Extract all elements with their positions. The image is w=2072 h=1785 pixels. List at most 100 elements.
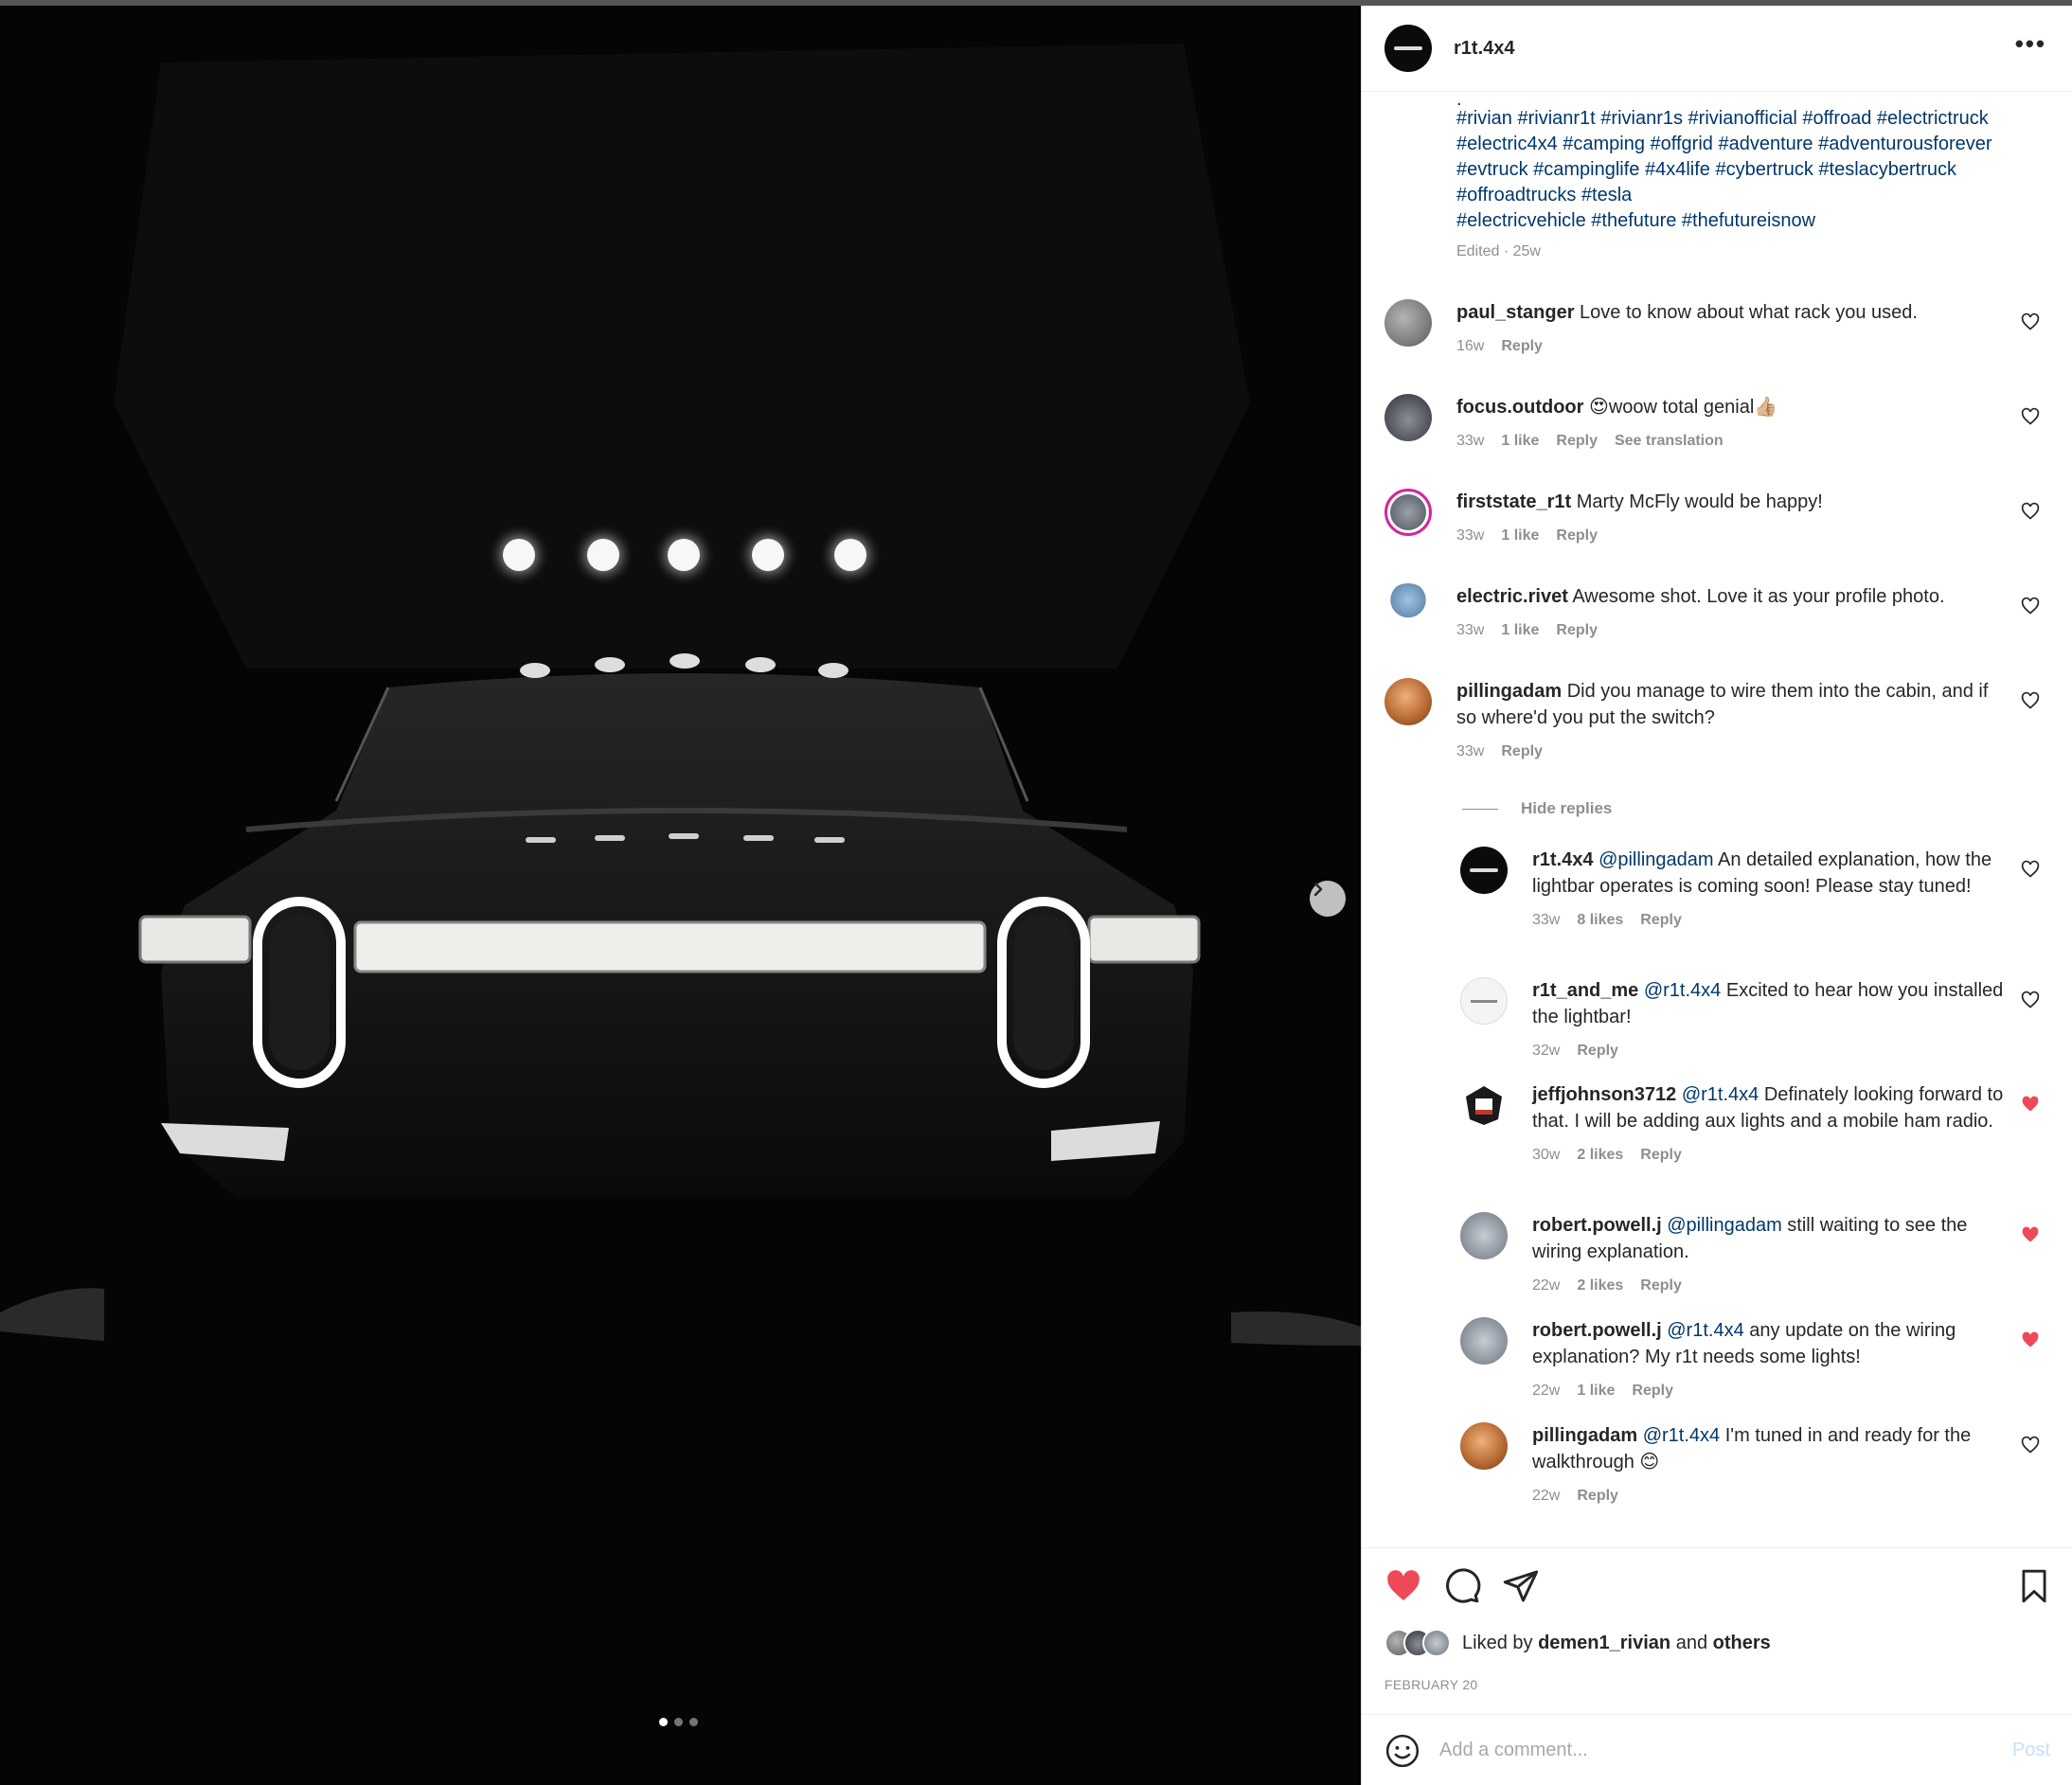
reply-mention[interactable]: @r1t.4x4	[1682, 1084, 1759, 1105]
reply-mention[interactable]: @r1t.4x4	[1644, 980, 1721, 1001]
hide-replies-button[interactable]: Hide replies	[1462, 799, 1612, 818]
reply-time: 30w	[1532, 1147, 1561, 1163]
heart-outline-icon[interactable]	[2021, 597, 2040, 616]
reply-avatar[interactable]	[1460, 847, 1508, 894]
reply-actions: 32w Reply	[1532, 1038, 2006, 1064]
carousel-next-button[interactable]	[1310, 881, 1346, 917]
reply-button[interactable]: Reply	[1501, 739, 1543, 765]
add-comment-bar: Post	[1362, 1714, 2072, 1785]
liked-by-user[interactable]: demen1_rivian	[1538, 1633, 1670, 1654]
paper-plane-icon[interactable]	[1502, 1567, 1540, 1605]
comment-avatar[interactable]	[1384, 489, 1432, 536]
caption-hashtags[interactable]: #offroadtrucks #tesla	[1456, 183, 2044, 208]
reply-avatar[interactable]	[1460, 1422, 1508, 1470]
post-comment-button[interactable]: Post	[2012, 1740, 2050, 1761]
heart-filled-icon[interactable]	[1384, 1567, 1422, 1605]
caption-hashtags[interactable]: #electricvehicle #thefuture #thefutureis…	[1456, 208, 2044, 234]
reply-button[interactable]: Reply	[1577, 1038, 1618, 1064]
heart-outline-icon[interactable]	[2021, 407, 2040, 426]
comment-username[interactable]: firststate_r1t	[1456, 491, 1571, 512]
post-date[interactable]: FEBRUARY 20	[1384, 1677, 1478, 1692]
caption-hashtags[interactable]: #rivian #rivianr1t #rivianr1s #rivianoff…	[1456, 106, 2044, 132]
post-media[interactable]	[0, 6, 1361, 1785]
heart-filled-icon[interactable]	[2021, 1095, 2040, 1114]
reply-avatar[interactable]	[1460, 1212, 1508, 1259]
heart-filled-icon[interactable]	[2021, 1225, 2040, 1244]
liker-avatars[interactable]	[1384, 1629, 1451, 1657]
smiley-icon[interactable]	[1384, 1733, 1420, 1769]
reply-button[interactable]: Reply	[1556, 523, 1598, 549]
comment-username[interactable]: paul_stanger	[1456, 302, 1574, 323]
comment-body: firststate_r1t Marty McFly would be happ…	[1456, 489, 2006, 549]
comment-username[interactable]: electric.rivet	[1456, 586, 1568, 607]
comment-avatar[interactable]	[1384, 583, 1432, 631]
heart-outline-icon[interactable]	[2021, 1436, 2040, 1455]
more-options-button[interactable]: •••	[2015, 31, 2046, 56]
reply-actions: 33w 8 likes Reply	[1532, 907, 2006, 934]
comment-body: electric.rivet Awesome shot. Love it as …	[1456, 583, 2006, 644]
hide-replies-label: Hide replies	[1521, 799, 1613, 817]
heart-filled-icon[interactable]	[2021, 1330, 2040, 1349]
reply-body: jeffjohnson3712 @r1t.4x4 Definately look…	[1532, 1081, 2006, 1169]
reply-button[interactable]: Reply	[1501, 333, 1543, 360]
heart-outline-icon[interactable]	[2021, 691, 2040, 710]
heart-outline-icon[interactable]	[2021, 860, 2040, 879]
reply-likes[interactable]: 8 likes	[1577, 907, 1623, 934]
reply-likes[interactable]: 1 like	[1577, 1378, 1615, 1404]
reply-avatar[interactable]	[1460, 977, 1508, 1025]
reply-likes[interactable]: 2 likes	[1577, 1142, 1623, 1169]
reply-username[interactable]: pillingadam	[1532, 1425, 1637, 1446]
reply-mention[interactable]: @r1t.4x4	[1643, 1425, 1720, 1446]
reply-mention[interactable]: @r1t.4x4	[1667, 1320, 1743, 1341]
comment-time: 33w	[1456, 743, 1485, 759]
reply-username[interactable]: robert.powell.j	[1532, 1215, 1662, 1236]
reply-avatar[interactable]	[1460, 1081, 1508, 1129]
comment-username[interactable]: pillingadam	[1456, 681, 1562, 702]
author-username[interactable]: r1t.4x4	[1454, 38, 1515, 60]
author-avatar[interactable]	[1384, 25, 1432, 72]
action-bar	[1384, 1567, 1540, 1605]
reply-button[interactable]: Reply	[1640, 1273, 1682, 1299]
hide-replies-line	[1462, 808, 1498, 810]
carousel-dot-3	[689, 1718, 698, 1726]
comment-bubble-icon[interactable]	[1443, 1567, 1481, 1605]
reply-username[interactable]: jeffjohnson3712	[1532, 1084, 1676, 1105]
comment-avatar[interactable]	[1384, 678, 1432, 725]
reply-username[interactable]: r1t_and_me	[1532, 980, 1638, 1001]
bookmark-icon[interactable]	[2016, 1567, 2052, 1605]
liked-by-others[interactable]: others	[1713, 1633, 1771, 1654]
comment-likes[interactable]: 1 like	[1501, 428, 1539, 455]
heart-outline-icon[interactable]	[2021, 312, 2040, 331]
caption-hashtags[interactable]: #evtruck #campinglife #4x4life #cybertru…	[1456, 157, 2044, 183]
reply-button[interactable]: Reply	[1632, 1378, 1673, 1404]
comment-likes[interactable]: 1 like	[1501, 617, 1539, 644]
comment-avatar[interactable]	[1384, 394, 1432, 441]
comment-input[interactable]	[1439, 1740, 2012, 1761]
reply-likes[interactable]: 2 likes	[1577, 1273, 1623, 1299]
reply-mention[interactable]: @pillingadam	[1667, 1215, 1781, 1236]
comment-avatar[interactable]	[1384, 299, 1432, 347]
heart-outline-icon[interactable]	[2021, 991, 2040, 1009]
reply-body: r1t_and_me @r1t.4x4 Excited to hear how …	[1532, 977, 2006, 1064]
reply-time: 22w	[1532, 1277, 1561, 1294]
reply-mention[interactable]: @pillingadam	[1599, 849, 1713, 870]
reply-button[interactable]: Reply	[1640, 907, 1682, 934]
comment-body: focus.outdoor 😍woow total genial👍🏼 33w 1…	[1456, 394, 2006, 455]
reply-button[interactable]: Reply	[1577, 1483, 1618, 1509]
reply-time: 22w	[1532, 1383, 1561, 1399]
carousel-indicator	[659, 1718, 698, 1726]
heart-outline-icon[interactable]	[2021, 502, 2040, 521]
reply-button[interactable]: Reply	[1640, 1142, 1682, 1169]
reply-actions: 22w Reply	[1532, 1483, 2006, 1509]
see-translation-button[interactable]: See translation	[1615, 428, 1724, 455]
reply-username[interactable]: r1t.4x4	[1532, 849, 1594, 870]
reply-button[interactable]: Reply	[1556, 428, 1598, 455]
comment-username[interactable]: focus.outdoor	[1456, 397, 1583, 418]
reply-button[interactable]: Reply	[1556, 617, 1598, 644]
comment-likes[interactable]: 1 like	[1501, 523, 1539, 549]
reply-avatar[interactable]	[1460, 1317, 1508, 1365]
caption-hashtags[interactable]: #electric4x4 #camping #offgrid #adventur…	[1456, 132, 2044, 157]
reply-username[interactable]: robert.powell.j	[1532, 1320, 1662, 1341]
comments-scroll-area[interactable]: . #rivian #rivianr1t #rivianr1s #riviano…	[1362, 93, 2072, 1547]
caption-meta: Edited · 25w	[1456, 243, 1541, 259]
